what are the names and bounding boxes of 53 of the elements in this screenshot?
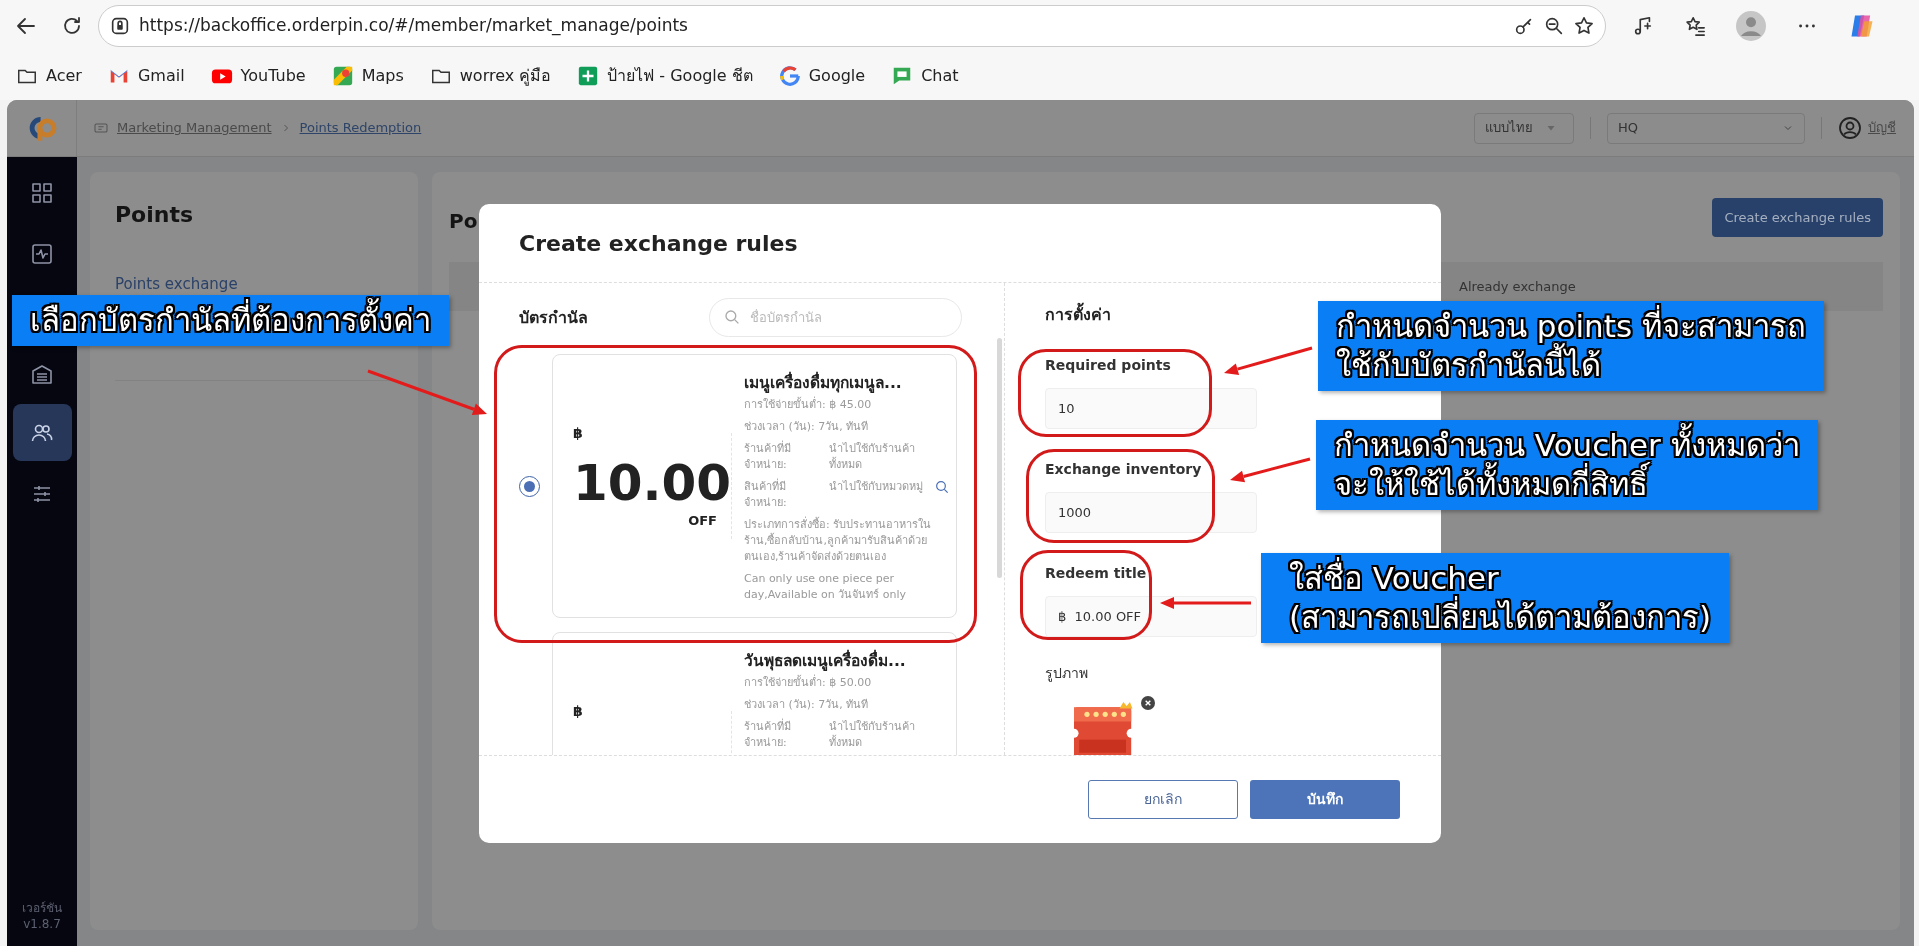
detail-label: ร้านค้าที่มีจำหน่าย:: [744, 719, 792, 751]
field-label: Required points: [1045, 356, 1171, 375]
bookmark[interactable]: Google: [776, 61, 868, 90]
callout-note: เลือกบัตรกำนัลที่ต้องการตั้งค่า: [12, 295, 449, 346]
version-label: เวอร์ชัน: [21, 899, 63, 916]
voucher-suffix: OFF: [687, 512, 718, 530]
panel-title: Points: [115, 201, 195, 229]
bookmark[interactable]: Acer: [14, 61, 84, 90]
address-bar[interactable]: https://backoffice.orderpin.co/#/member/market_manage/points: [98, 4, 1606, 47]
min-spend-text: การใช้จ่ายขั้นต่ำ: ฿ 50.00: [744, 675, 873, 691]
callout-note: กำหนดจำนวน Voucher ทั้งหมดว่า จะให้ใช้ได้ทั้งหมดกี่สิทธิ์: [1316, 420, 1818, 510]
detail-label: ร้านค้าที่มีจำหน่าย:: [744, 441, 792, 473]
page-title: Po: [449, 208, 478, 235]
language-select[interactable]: แบบไทย: [1474, 112, 1574, 144]
bookmark[interactable]: YouTube: [208, 61, 308, 90]
search-field[interactable]: ชื่อบัตรกำนัล: [709, 298, 962, 337]
detail-value: นำไปใช้กับร้านค้าทั้งหมด: [829, 441, 916, 473]
create-rules-button[interactable]: Create exchange rules: [1712, 198, 1883, 237]
branch-select[interactable]: HQ: [1607, 112, 1805, 144]
voucher-title: วันพุธลดเมนูเครื่องดื่ม...: [744, 650, 948, 672]
bookmark[interactable]: ป้ายไฟ - Google ชีต: [575, 61, 755, 90]
cancel-button[interactable]: ยกเลิก: [1088, 780, 1238, 819]
field-label: Redeem title: [1045, 564, 1147, 583]
voucher-title: เมนูเครื่องดื่มทุกเมนูล...: [744, 372, 948, 394]
bookmark[interactable]: Chat: [889, 61, 961, 90]
save-button[interactable]: บันทึก: [1250, 780, 1400, 819]
input-field[interactable]: 10: [1045, 388, 1257, 429]
usage-note: Can only use one piece per day,Available on วันจันทร์ only: [744, 571, 907, 603]
detail-label: สินค้าที่มีจำหน่าย:: [744, 479, 788, 511]
dialog-title: Create exchange rules: [519, 229, 798, 258]
field-label: Exchange inventory: [1045, 460, 1202, 479]
voucher-amount: 10.00: [573, 456, 731, 511]
callout-note: กำหนดจำนวน points ที่จะสามารถ ใช้กับบัตรกำนัลนี้ได้: [1318, 301, 1824, 391]
callout-note: ใส่ชื่อ Voucher (สามารถเปลี่ยนได้ตามต้องการ): [1261, 553, 1730, 643]
bookmark[interactable]: Gmail: [105, 61, 187, 90]
min-spend-text: การใช้จ่ายขั้นต่ำ: ฿ 45.00: [744, 397, 873, 413]
url-text: https://backoffice.orderpin.co/#/member/market_manage/points: [139, 13, 689, 38]
column-header: Already exchange: [1459, 277, 1576, 296]
voucher-card[interactable]: ฿ วันพุธลดเมนูเครื่องดื่ม... การใช้จ่ายขั้นต่ำ: ฿ 50.00 ช่วงเวลา (วัน): 7วัน, ทันที ร้านค้าที่มีจำหน่าย: นำไปใช้กับร้านค้าทั้งหมด: [552, 632, 957, 755]
field-label: รูปภาพ: [1045, 664, 1088, 684]
detail-value: นำไปใช้กับร้านค้าทั้งหมด: [829, 719, 916, 751]
currency-symbol: ฿: [573, 702, 584, 721]
version-number: v1.8.7: [22, 915, 62, 932]
bookmark[interactable]: worrex คู่มือ: [427, 61, 554, 90]
bookmark[interactable]: Maps: [329, 61, 406, 90]
input-field[interactable]: 1000: [1045, 492, 1257, 533]
order-type-text: ประเภทการสั่งซื้อ: รับประทานอาหารในร้าน,ซื้อกลับบ้าน,ลูกค้ามารับสินค้าด้วยตนเอง,ร้านค้าจัดส่งด้วยตนเอง: [744, 517, 933, 565]
period-text: ช่วงเวลา (วัน): 7วัน, ทันที: [744, 697, 870, 713]
detail-value: นำไปใช้กับหมวดหมู่: [829, 479, 924, 495]
section-label: บัตรกำนัล: [519, 306, 588, 329]
currency-symbol: ฿: [573, 424, 584, 443]
period-text: ช่วงเวลา (วัน): 7วัน, ทันที: [744, 419, 870, 435]
input-field[interactable]: ฿ 10.00 OFF: [1045, 596, 1257, 637]
